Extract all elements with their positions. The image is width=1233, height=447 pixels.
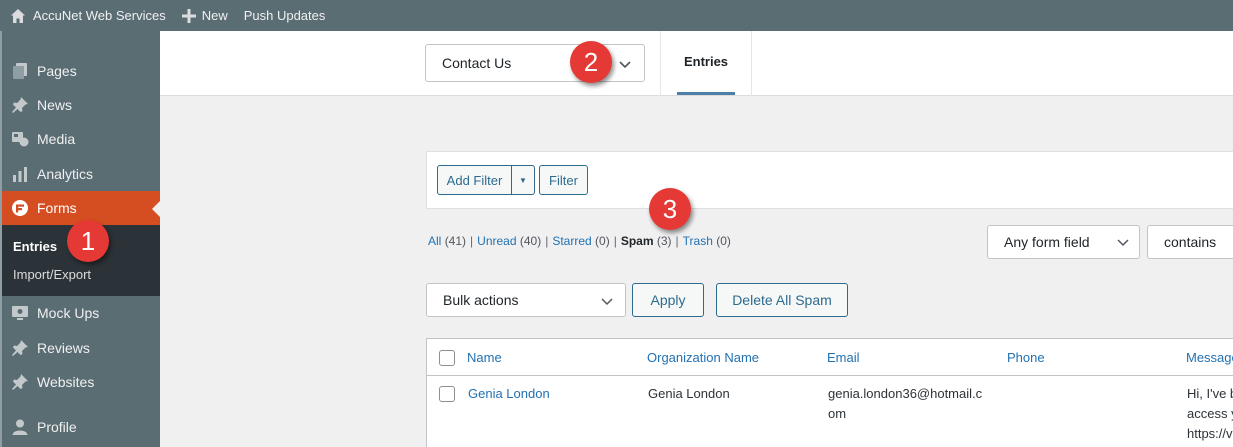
chevron-down-icon (619, 61, 631, 69)
sidebar-item-label: Profile (37, 419, 77, 435)
delete-all-spam-button[interactable]: Delete All Spam (716, 283, 848, 317)
entry-email-line2: om (828, 406, 847, 421)
status-separator: | (675, 234, 679, 248)
monitor-icon (10, 303, 30, 323)
search-operator-value: contains (1164, 234, 1217, 250)
chevron-down-icon (601, 298, 613, 306)
sidebar-item-label: Mock Ups (37, 305, 100, 321)
sidebar-item-pages[interactable]: Pages (2, 54, 160, 88)
pages-icon (10, 61, 30, 81)
select-all-checkbox[interactable] (439, 350, 455, 366)
sidebar-item-profile[interactable]: Profile (2, 410, 160, 444)
search-field-value: Any form field (1004, 234, 1090, 250)
status-unread-label: Unread (477, 234, 517, 248)
search-operator-select[interactable]: contains (1147, 225, 1233, 259)
entries-table: Name Organization Name Email Phone Messa… (426, 338, 1233, 447)
annotation-badge-2: 2 (570, 41, 612, 83)
home-icon (11, 8, 25, 23)
forms-header: Contact Us Entries (160, 31, 1233, 96)
forms-icon (10, 198, 30, 218)
sidebar-item-label: Pages (37, 63, 77, 79)
entry-message-line2: access y (1187, 406, 1233, 421)
sidebar-item-news[interactable]: News (2, 88, 160, 122)
sidebar-item-label: Media (37, 131, 76, 147)
entry-status-links: All (41) | Unread (40) | Starred (0) | Spam (3… (428, 234, 731, 248)
site-name-link[interactable]: AccuNet Web Services (0, 0, 174, 31)
plus-icon (181, 8, 196, 23)
site-name: AccuNet Web Services (33, 8, 166, 23)
entry-message-line3: https://v (1187, 426, 1233, 441)
entry-message-line1: Hi, I've b (1187, 386, 1233, 401)
sidebar-item-label: Reviews (37, 340, 90, 356)
bar-chart-icon (10, 164, 30, 184)
status-link-starred[interactable]: Starred (0) (552, 234, 609, 248)
status-all-count: (41) (444, 234, 467, 248)
sidebar-item-label: News (37, 97, 73, 113)
sidebar-item-label: Analytics (37, 166, 94, 182)
status-spam-label: Spam (620, 234, 654, 248)
active-menu-arrow (152, 201, 160, 217)
status-link-unread[interactable]: Unread (40) (477, 234, 541, 248)
user-icon (10, 417, 30, 437)
sidebar-item-websites[interactable]: Websites (2, 365, 160, 399)
header-divider (660, 31, 661, 96)
add-filter-dropdown-button[interactable]: ▼ (511, 165, 535, 195)
apply-button[interactable]: Apply (632, 283, 704, 317)
media-icon (10, 129, 30, 149)
submenu-item-import-export[interactable]: Import/Export (13, 267, 91, 282)
new-label: New (201, 8, 228, 23)
new-link[interactable]: New (174, 0, 236, 31)
column-header-phone[interactable]: Phone (1007, 350, 1045, 365)
status-link-spam[interactable]: Spam (3) (621, 234, 672, 248)
column-header-organization[interactable]: Organization Name (647, 350, 759, 365)
form-selector-value: Contact Us (442, 55, 512, 71)
add-filter-button[interactable]: Add Filter (437, 165, 512, 195)
pin-icon (10, 372, 30, 392)
sidebar-item-media[interactable]: Media (2, 122, 160, 156)
push-updates-link[interactable]: Push Updates (236, 0, 334, 31)
bulk-actions-select[interactable]: Bulk actions (426, 283, 626, 317)
entry-email-line1: genia.london36@hotmail.c (828, 386, 983, 401)
header-divider (751, 31, 752, 96)
filter-button[interactable]: Filter (539, 165, 588, 195)
search-field-select[interactable]: Any form field (987, 225, 1140, 259)
column-header-name[interactable]: Name (467, 350, 502, 365)
status-separator: | (545, 234, 549, 248)
bulk-actions-value: Bulk actions (443, 292, 519, 308)
status-link-all[interactable]: All (41) (428, 234, 466, 248)
chevron-down-icon (1117, 239, 1129, 247)
sidebar-item-mock-ups[interactable]: Mock Ups (2, 296, 160, 330)
sidebar-item-label: Forms (37, 200, 77, 216)
status-spam-count: (3) (656, 234, 672, 248)
sidebar-item-label: Websites (37, 374, 95, 390)
sidebar-item-reviews[interactable]: Reviews (2, 331, 160, 365)
annotation-badge-1: 1 (67, 220, 109, 262)
annotation-badge-3: 3 (649, 188, 691, 230)
status-separator: | (613, 234, 617, 248)
status-all-label: All (428, 234, 442, 248)
status-separator: | (470, 234, 474, 248)
status-unread-count: (40) (519, 234, 542, 248)
form-selector[interactable]: Contact Us (425, 44, 645, 82)
status-trash-label: Trash (682, 234, 713, 248)
tab-entries[interactable]: Entries (677, 31, 735, 95)
table-header: Name Organization Name Email Phone Messa… (427, 339, 1233, 376)
entry-organization: Genia London (648, 386, 730, 401)
status-starred-label: Starred (552, 234, 592, 248)
status-starred-count: (0) (595, 234, 610, 248)
push-updates-label: Push Updates (243, 8, 326, 23)
status-link-trash[interactable]: Trash (0) (683, 234, 731, 248)
filter-bar: Add Filter ▼ Filter (426, 151, 1233, 209)
entry-name-link[interactable]: Genia London (468, 384, 550, 404)
pin-icon (10, 338, 30, 358)
admin-bar: AccuNet Web Services New Push Updates (0, 0, 1233, 31)
status-trash-count: (0) (716, 234, 731, 248)
sidebar-item-analytics[interactable]: Analytics (2, 157, 160, 191)
column-header-email[interactable]: Email (827, 350, 860, 365)
submenu-item-entries[interactable]: Entries (13, 239, 57, 254)
column-header-message[interactable]: Message (1186, 350, 1233, 365)
pin-icon (10, 95, 30, 115)
row-checkbox[interactable] (439, 386, 455, 402)
